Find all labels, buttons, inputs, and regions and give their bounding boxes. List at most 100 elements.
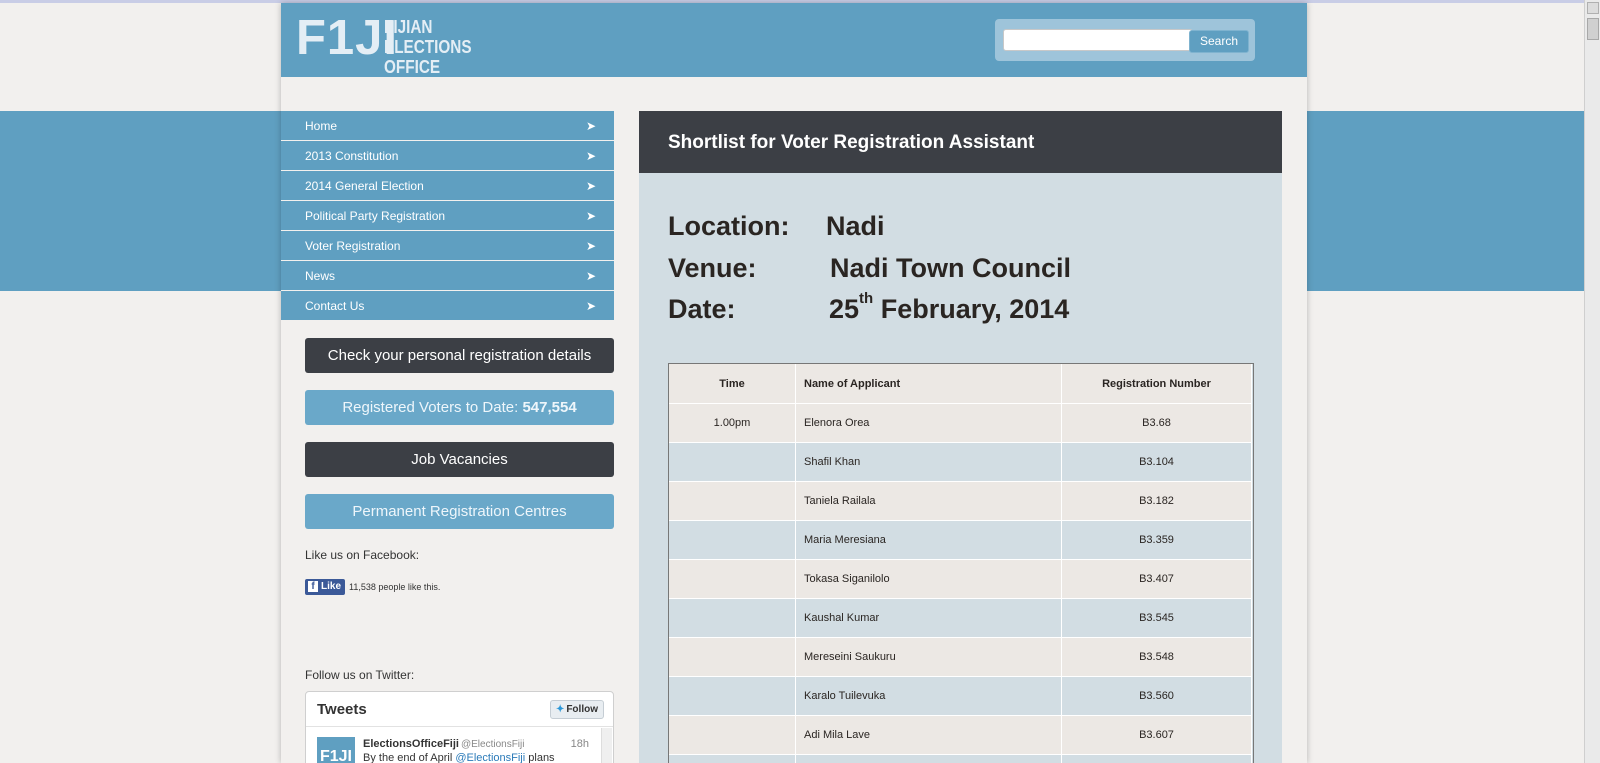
registered-voters-label: Registered Voters to Date: bbox=[342, 399, 519, 416]
arrow-right-icon: ➤ bbox=[585, 149, 596, 163]
tweet-text-end: plans bbox=[525, 752, 555, 763]
arrow-right-icon: ➤ bbox=[585, 179, 596, 193]
facebook-like-label: Like bbox=[321, 580, 342, 592]
arrow-right-icon: ➤ bbox=[585, 119, 596, 133]
venue-label: Venue: bbox=[668, 253, 757, 283]
nav-item-label: Political Party Registration bbox=[305, 209, 446, 223]
cell-time bbox=[668, 520, 796, 560]
cell-registration-number: B3.545 bbox=[1061, 598, 1252, 638]
cell-registration-number: B3.548 bbox=[1061, 637, 1252, 677]
cell-time bbox=[668, 637, 796, 677]
cell-time: 1.00pm bbox=[668, 403, 796, 443]
cell-registration-number: B3.104 bbox=[1061, 442, 1252, 482]
site-header: F1JI FIJIAN ELECTIONS OFFICE Search bbox=[281, 3, 1307, 77]
column-header-name: Name of Applicant bbox=[795, 363, 1062, 404]
nav-item-label: 2014 General Election bbox=[305, 179, 424, 193]
shortlist-table: Time Name of Applicant Registration Numb… bbox=[668, 363, 1252, 763]
table-row: Adi Mila Lave B3.607 bbox=[668, 715, 1252, 755]
cell-registration-number: B3.359 bbox=[1061, 520, 1252, 560]
cell-time bbox=[668, 559, 796, 599]
table-row: Tokasa Siganilolo B3.407 bbox=[668, 559, 1252, 599]
facebook-like-widget: f Like 11,538 people like this. bbox=[305, 578, 440, 595]
cell-name: Elenora Orea bbox=[795, 403, 1062, 443]
cell-time bbox=[668, 598, 796, 638]
cell-registration-number: B3.182 bbox=[1061, 481, 1252, 521]
cell-name: Mereseini Saukuru bbox=[795, 637, 1062, 677]
date-line: Date: 25th February, 2014 bbox=[668, 290, 1070, 325]
avatar[interactable]: F1JI bbox=[317, 737, 355, 763]
job-vacancies-button[interactable]: Job Vacancies bbox=[305, 442, 614, 477]
twitter-label: Follow us on Twitter: bbox=[305, 668, 415, 682]
facebook-label: Like us on Facebook: bbox=[305, 548, 420, 562]
divider bbox=[306, 726, 613, 727]
check-registration-button[interactable]: Check your personal registration details bbox=[305, 338, 614, 373]
tweet-author-name: ElectionsOfficeFiji bbox=[363, 738, 459, 750]
cell-time bbox=[668, 676, 796, 716]
page-scrollbar[interactable] bbox=[1584, 0, 1600, 763]
registered-voters-count: 547,554 bbox=[522, 399, 577, 416]
nav-item-label: 2013 Constitution bbox=[305, 149, 399, 163]
twitter-widget: Tweets ✦ Follow F1JI ElectionsOfficeFiji @… bbox=[305, 691, 614, 763]
cell-registration-number: B3.407 bbox=[1061, 559, 1252, 599]
nav-item-home[interactable]: Home ➤ bbox=[281, 111, 614, 140]
nav-item-label: News bbox=[305, 269, 336, 283]
registered-voters-button[interactable]: Registered Voters to Date: 547,554 bbox=[305, 390, 614, 425]
cell-name: Karalo Tuilevuka bbox=[795, 676, 1062, 716]
search-box: Search bbox=[995, 19, 1255, 61]
page-container: F1JI FIJIAN ELECTIONS OFFICE Search Home… bbox=[281, 3, 1307, 763]
nav-item-news[interactable]: News ➤ bbox=[281, 261, 614, 290]
twitter-widget-scrollbar[interactable] bbox=[601, 728, 612, 763]
nav-item-label: Home bbox=[305, 119, 338, 133]
cell-name bbox=[795, 754, 1062, 763]
cell-registration-number: B3.607 bbox=[1061, 715, 1252, 755]
tweet-author[interactable]: ElectionsOfficeFiji @ElectionsFiji bbox=[363, 738, 524, 750]
location-line: Location: Nadi bbox=[668, 211, 885, 242]
location-value: Nadi bbox=[826, 211, 885, 241]
table-row: Mereseini Saukuru B3.548 bbox=[668, 637, 1252, 677]
nav-item-political-party-registration[interactable]: Political Party Registration ➤ bbox=[281, 201, 614, 230]
tweet-mention-link[interactable]: @ElectionsFiji bbox=[455, 752, 525, 763]
nav-item-2014-general-election[interactable]: 2014 General Election ➤ bbox=[281, 171, 614, 200]
date-label: Date: bbox=[668, 294, 736, 324]
logo-text: FIJIAN ELECTIONS OFFICE bbox=[384, 17, 512, 77]
logo-mark: F1JI bbox=[296, 11, 399, 65]
nav-item-voter-registration[interactable]: Voter Registration ➤ bbox=[281, 231, 614, 260]
twitter-follow-label: Follow bbox=[566, 704, 598, 715]
cell-registration-number bbox=[1061, 754, 1252, 763]
table-row: Taniela Railala B3.182 bbox=[668, 481, 1252, 521]
arrow-right-icon: ➤ bbox=[585, 299, 596, 313]
cell-time bbox=[668, 442, 796, 482]
search-button[interactable]: Search bbox=[1189, 30, 1249, 53]
search-input[interactable] bbox=[1003, 29, 1193, 51]
nav-item-label: Contact Us bbox=[305, 299, 365, 313]
cell-name: Adi Mila Lave bbox=[795, 715, 1062, 755]
facebook-like-button[interactable]: f Like bbox=[305, 578, 346, 595]
arrow-right-icon: ➤ bbox=[585, 209, 596, 223]
table-row: 1.00pm Elenora Orea B3.68 bbox=[668, 403, 1252, 443]
nav-item-2013-constitution[interactable]: 2013 Constitution ➤ bbox=[281, 141, 614, 170]
cell-registration-number: B3.68 bbox=[1061, 403, 1252, 443]
main-content: Shortlist for Voter Registration Assista… bbox=[639, 111, 1282, 763]
arrow-right-icon: ➤ bbox=[585, 269, 596, 283]
nav-item-contact-us[interactable]: Contact Us ➤ bbox=[281, 291, 614, 320]
tweet-author-handle: @ElectionsFiji bbox=[460, 739, 525, 750]
table-row: Maria Meresiana B3.359 bbox=[668, 520, 1252, 560]
column-header-registration-number: Registration Number bbox=[1061, 363, 1252, 404]
scrollbar-thumb[interactable] bbox=[1587, 18, 1599, 40]
logo-text-line2: ELECTIONS OFFICE bbox=[384, 37, 472, 77]
permanent-centres-button[interactable]: Permanent Registration Centres bbox=[305, 494, 614, 529]
twitter-follow-button[interactable]: ✦ Follow bbox=[549, 700, 604, 719]
logo-text-line1: FIJIAN bbox=[384, 17, 433, 37]
venue-line: Venue: Nadi Town Council bbox=[668, 253, 1071, 284]
cell-time bbox=[668, 754, 796, 763]
twitter-bird-icon: ✦ bbox=[555, 704, 565, 715]
table-row: Shafil Khan B3.104 bbox=[668, 442, 1252, 482]
tweet-timestamp[interactable]: 18h bbox=[571, 738, 589, 750]
table-row: Kaushal Kumar B3.545 bbox=[668, 598, 1252, 638]
arrow-right-icon: ➤ bbox=[585, 239, 596, 253]
date-rest: February, 2014 bbox=[873, 294, 1070, 324]
cell-name: Taniela Railala bbox=[795, 481, 1062, 521]
scroll-up-arrow-icon[interactable] bbox=[1587, 2, 1599, 14]
date-suffix: th bbox=[859, 290, 874, 307]
facebook-icon: f bbox=[308, 580, 318, 592]
